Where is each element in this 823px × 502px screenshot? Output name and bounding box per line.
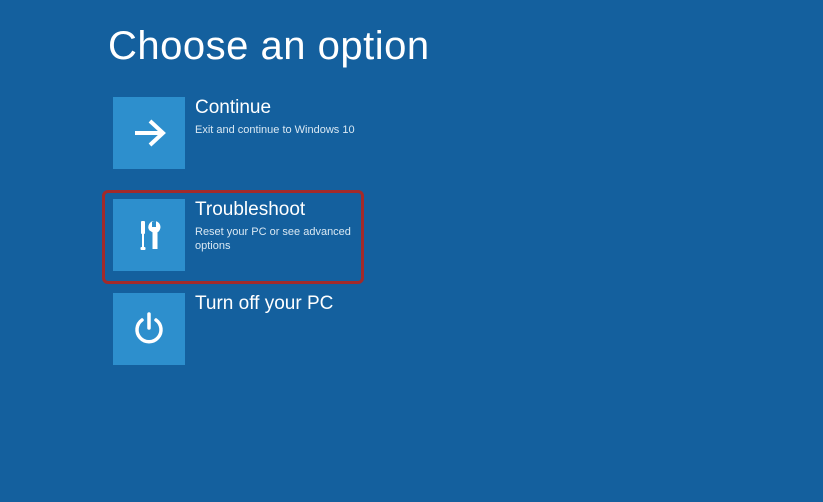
troubleshoot-tile — [113, 199, 185, 271]
troubleshoot-subtitle: Reset your PC or see advanced options — [195, 225, 365, 254]
turnoff-text: Turn off your PC — [195, 293, 333, 316]
option-turnoff[interactable]: Turn off your PC — [108, 288, 370, 370]
power-icon — [127, 307, 171, 351]
tools-icon — [127, 213, 171, 257]
arrow-right-icon — [127, 111, 171, 155]
option-troubleshoot[interactable]: Troubleshoot Reset your PC or see advanc… — [108, 194, 370, 276]
troubleshoot-text: Troubleshoot Reset your PC or see advanc… — [195, 199, 365, 253]
continue-text: Continue Exit and continue to Windows 10 — [195, 97, 355, 137]
troubleshoot-title: Troubleshoot — [195, 199, 365, 222]
continue-title: Continue — [195, 97, 355, 120]
continue-subtitle: Exit and continue to Windows 10 — [195, 123, 355, 137]
turnoff-tile — [113, 293, 185, 365]
option-continue[interactable]: Continue Exit and continue to Windows 10 — [108, 92, 370, 174]
page-title: Choose an option — [108, 24, 430, 69]
options-list: Continue Exit and continue to Windows 10 — [108, 92, 370, 390]
continue-tile — [113, 97, 185, 169]
turnoff-title: Turn off your PC — [195, 293, 333, 316]
